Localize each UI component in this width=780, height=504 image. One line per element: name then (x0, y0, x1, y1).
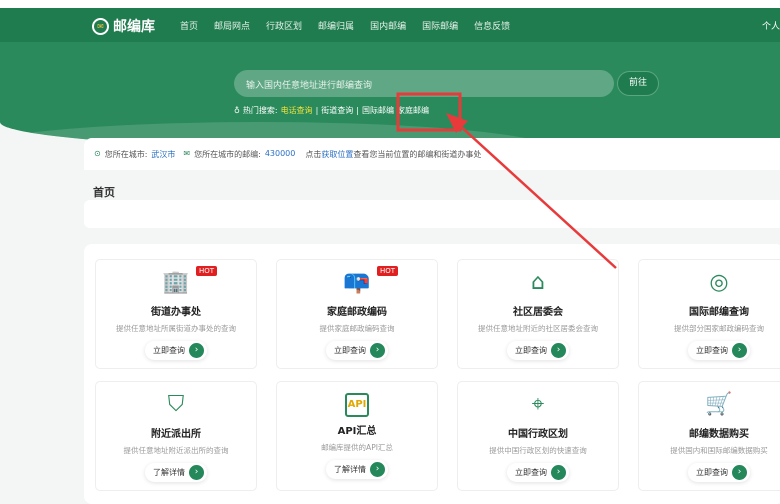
annotation-arrow (457, 123, 617, 269)
annotation-overlay (396, 92, 617, 269)
annotation-box (396, 92, 462, 132)
